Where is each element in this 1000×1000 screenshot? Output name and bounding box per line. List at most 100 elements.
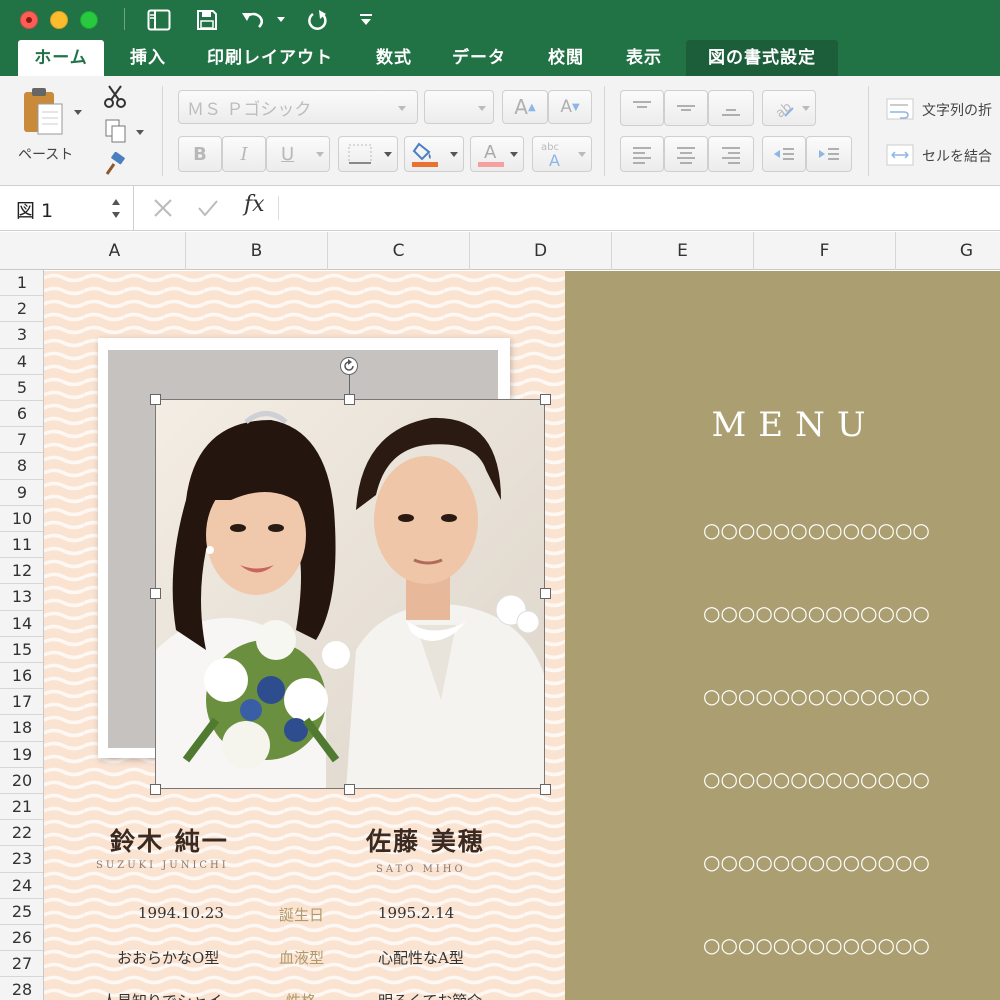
column-header[interactable]: E [612,232,754,270]
increase-font-size-icon[interactable]: A ▲ [502,90,548,124]
tab-home[interactable]: ホーム [18,40,104,76]
row-header[interactable]: 7 [0,427,43,454]
column-header[interactable]: F [754,232,896,270]
tab-review[interactable]: 校閲 [534,40,598,76]
fill-color-dropdown-icon[interactable] [450,152,458,157]
minimize-window-button[interactable] [50,11,68,29]
copy-dropdown-icon[interactable] [136,130,144,135]
column-header[interactable]: C [328,232,470,270]
undo-icon[interactable] [238,6,268,34]
rotate-handle-icon[interactable] [340,357,358,375]
resize-handle-left[interactable] [150,588,161,599]
tab-page-layout[interactable]: 印刷レイアウト [196,40,344,76]
scissors-icon[interactable] [102,84,128,110]
tab-insert[interactable]: 挿入 [116,40,180,76]
name-box[interactable]: 図 1 [0,186,134,231]
row-header[interactable]: 2 [0,296,43,323]
row-header[interactable]: 10 [0,506,43,532]
resize-handle-top[interactable] [344,394,355,405]
align-center-icon[interactable] [664,136,708,172]
close-window-button[interactable] [20,11,38,29]
row-header[interactable]: 28 [0,977,43,1000]
font-name-dropdown-icon[interactable] [398,106,406,111]
redo-icon[interactable] [304,6,332,34]
row-header[interactable]: 18 [0,715,43,742]
zoom-window-button[interactable] [80,11,98,29]
row-header[interactable]: 3 [0,322,43,349]
resize-handle-bottom-left[interactable] [150,784,161,795]
increase-indent-icon[interactable] [806,136,852,172]
sidebar-toggle-icon[interactable] [144,6,174,34]
name-box-stepper-icon[interactable] [110,196,122,222]
formula-input[interactable] [290,190,990,226]
row-header[interactable]: 26 [0,925,43,952]
row-header[interactable]: 11 [0,532,43,559]
font-color-dropdown-icon[interactable] [510,152,518,157]
align-middle-icon[interactable] [664,90,708,126]
phonetic-dropdown-icon[interactable] [578,152,586,157]
row-header[interactable]: 25 [0,899,43,925]
row-header[interactable]: 24 [0,873,43,899]
ribbon-separator [868,86,869,176]
decrease-indent-icon[interactable] [762,136,806,172]
merge-cells-label[interactable]: セルを結合 [922,146,992,166]
wedding-photo[interactable] [155,399,545,789]
align-bottom-icon[interactable] [708,90,754,126]
copy-icon[interactable] [104,118,128,144]
font-name-select[interactable]: ＭＳ Ｐゴシック [178,90,418,124]
row-header[interactable]: 14 [0,611,43,637]
row-header[interactable]: 12 [0,558,43,585]
resize-handle-top-left[interactable] [150,394,161,405]
borders-dropdown-icon[interactable] [384,152,392,157]
row-header[interactable]: 8 [0,453,43,480]
resize-handle-top-right[interactable] [540,394,551,405]
row-header[interactable]: 27 [0,951,43,978]
align-left-icon[interactable] [620,136,664,172]
row-header[interactable]: 17 [0,689,43,716]
column-header[interactable]: A [44,232,186,270]
row-header[interactable]: 1 [0,270,43,297]
wrap-text-label[interactable]: 文字列の折 [922,100,992,120]
row-header[interactable]: 9 [0,480,43,506]
column-header[interactable]: B [186,232,328,270]
tab-picture-format[interactable]: 図の書式設定 [686,40,838,76]
underline-dropdown-icon[interactable] [316,152,324,157]
column-header[interactable]: G [896,232,1000,270]
row-header[interactable]: 22 [0,820,43,847]
customize-toolbar-icon[interactable] [354,6,378,34]
text-orientation-dropdown-icon[interactable] [802,106,810,111]
row-header[interactable]: 13 [0,584,43,611]
cancel-formula-icon[interactable] [152,196,174,220]
font-size-dropdown-icon[interactable] [478,106,486,111]
tab-data[interactable]: データ [440,40,518,76]
row-header[interactable]: 6 [0,401,43,428]
enter-formula-icon[interactable] [196,196,220,220]
align-top-icon[interactable] [620,90,664,126]
save-icon[interactable] [194,6,220,34]
row-header[interactable]: 15 [0,637,43,663]
row-header[interactable]: 20 [0,768,43,794]
tab-view[interactable]: 表示 [612,40,676,76]
row-header[interactable]: 19 [0,742,43,768]
align-right-icon[interactable] [708,136,754,172]
row-header[interactable]: 4 [0,349,43,375]
paste-dropdown-icon[interactable] [74,110,82,115]
wrap-text-icon[interactable] [886,98,914,120]
merge-cells-icon[interactable] [886,144,914,166]
bold-icon[interactable]: B [178,136,222,172]
row-header[interactable]: 5 [0,375,43,401]
insert-function-icon[interactable]: fx [244,192,265,217]
row-header[interactable]: 23 [0,846,43,873]
format-painter-icon[interactable] [102,151,128,178]
resize-handle-right[interactable] [540,588,551,599]
italic-icon[interactable]: I [222,136,266,172]
row-header[interactable]: 16 [0,663,43,690]
column-header[interactable]: D [470,232,612,270]
row-header[interactable]: 21 [0,794,43,821]
paste-icon[interactable] [20,86,68,144]
undo-dropdown-icon[interactable] [274,6,288,34]
resize-handle-bottom-right[interactable] [540,784,551,795]
decrease-font-size-icon[interactable]: A ▼ [548,90,592,124]
tab-formulas[interactable]: 数式 [362,40,426,76]
resize-handle-bottom[interactable] [344,784,355,795]
